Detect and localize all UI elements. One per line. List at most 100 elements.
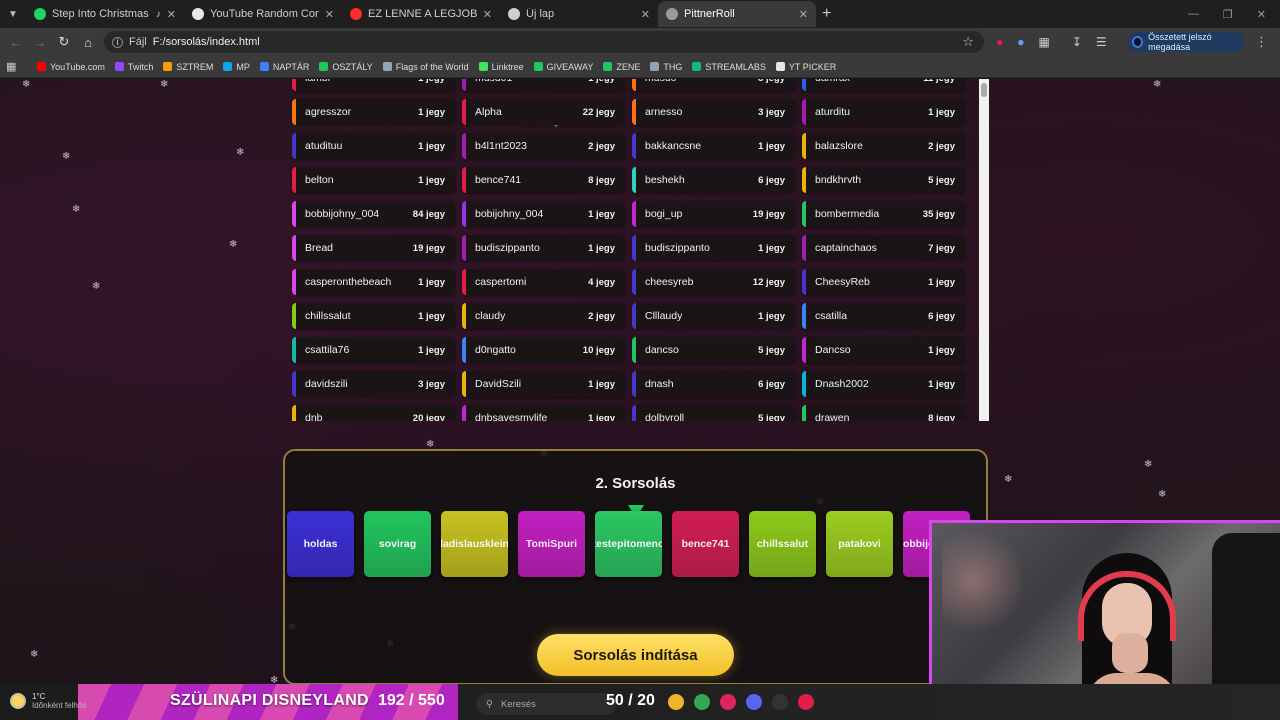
extensions-puzzle-icon[interactable]: ▦ — [1039, 35, 1050, 49]
site-info-icon[interactable]: i — [112, 36, 123, 48]
participant-scrollbar[interactable] — [979, 79, 989, 421]
tab-close-icon[interactable]: ✕ — [167, 8, 176, 21]
tab-close-icon[interactable]: ✕ — [483, 8, 492, 21]
reel-card: bence741 — [672, 511, 739, 577]
bookmark-item[interactable]: Twitch — [110, 62, 159, 72]
taskbar-obs-icon[interactable] — [772, 694, 788, 710]
weather-widget[interactable]: 1°C Időnként felhős — [10, 692, 86, 710]
bookmark-item[interactable]: Linktree — [474, 62, 529, 72]
taskbar-folder-icon[interactable] — [668, 694, 684, 710]
webcam-lights — [942, 533, 1022, 653]
download-icon[interactable]: ↧ — [1072, 35, 1082, 49]
participant-card: bobbijohny_004 84 jegy — [292, 201, 455, 227]
participant-tickets: 84 jegy — [412, 208, 445, 220]
participant-name: Dancso — [815, 344, 851, 356]
participant-card: csattila76 1 jegy — [292, 337, 455, 363]
participant-name: bakkancsne — [645, 140, 702, 152]
restore-icon[interactable]: ❐ — [1223, 8, 1233, 21]
browser-tab[interactable]: Step Into Christmas - Rema ♪ ✕ — [26, 1, 184, 27]
back-icon[interactable]: ← — [4, 35, 28, 50]
snowflake-icon: ❄ — [229, 239, 238, 250]
bookmark-item[interactable]: MP — [218, 62, 255, 72]
participant-card: Bread 19 jegy — [292, 235, 455, 261]
home-icon[interactable]: ⌂ — [76, 35, 100, 50]
forward-icon[interactable]: → — [28, 35, 52, 50]
browser-menu-icon[interactable]: ⋮ — [1255, 34, 1268, 50]
bookmark-star-icon[interactable]: ☆ — [962, 34, 974, 50]
participant-scrollbar-thumb[interactable] — [981, 83, 987, 97]
participant-tickets: 1 jegy — [588, 208, 615, 220]
participant-tickets: 20 jegy — [412, 412, 445, 422]
taskbar-chrome-icon[interactable] — [694, 694, 710, 710]
bookmark-item[interactable]: YouTube.com — [32, 62, 110, 72]
extension-red-icon[interactable]: ● — [996, 35, 1003, 49]
bookmark-label: SZTREM — [176, 61, 214, 72]
participant-list: lambi 1 jegy mdsd01 1 jegy mdsdo 3 jegy damrax… — [287, 79, 989, 421]
participant-tickets: 1 jegy — [418, 310, 445, 322]
participant-name: lambi — [305, 79, 330, 84]
bookmark-item[interactable]: STREAMLABS — [687, 62, 771, 72]
bookmark-favicon-icon — [114, 62, 124, 71]
participant-tickets: 5 jegy — [758, 344, 785, 356]
participant-card: beshekh 6 jegy — [632, 167, 795, 193]
close-window-icon[interactable]: ✕ — [1257, 8, 1266, 21]
tab-favicon-icon — [34, 8, 46, 20]
tab-close-icon[interactable]: ✕ — [799, 8, 808, 21]
participant-card: cheesyreb 12 jegy — [632, 269, 795, 295]
address-bar[interactable]: i Fájl F:/sorsolás/index.html ☆ — [104, 31, 984, 53]
browser-tab[interactable]: YouTube Random Comment Pi ✕ — [184, 1, 342, 27]
minimize-icon[interactable]: — — [1188, 8, 1199, 20]
participant-tickets: 1 jegy — [588, 79, 615, 84]
bookmark-favicon-icon — [533, 62, 543, 71]
start-draw-button[interactable]: Sorsolás indítása — [537, 634, 734, 676]
taskbar-opera-icon[interactable] — [720, 694, 736, 710]
tab-close-icon[interactable]: ✕ — [641, 8, 650, 21]
participant-tickets: 2 jegy — [588, 310, 615, 322]
bookmark-item[interactable]: OSZTÁLY — [314, 62, 377, 72]
bookmark-label: Flags of the World — [395, 61, 469, 72]
bookmark-item[interactable]: GIVEAWAY — [529, 62, 599, 72]
participant-card: Dnash2002 1 jegy — [802, 371, 965, 397]
participant-tickets: 1 jegy — [928, 344, 955, 356]
participant-card: aturditu 1 jegy — [802, 99, 965, 125]
reel-card: TomiSpuri — [518, 511, 585, 577]
participant-tickets: 10 jegy — [582, 344, 615, 356]
participant-card: mdsdo 3 jegy — [632, 79, 795, 91]
snowflake-icon: ❄ — [1144, 459, 1153, 470]
participant-name: DavidSzili — [475, 378, 522, 390]
address-url[interactable]: F:/sorsolás/index.html — [153, 36, 260, 48]
browser-tab[interactable]: EZ LENNE A LEGJOBB KARÁCS ✕ — [342, 1, 500, 27]
reload-icon[interactable]: ↻ — [52, 34, 76, 50]
snowflake-icon: ❄ — [92, 281, 101, 292]
bookmarks-bar: ▦ YouTube.com Twitch SZTREM MP NAPTÁR OSZTÁLY… — [0, 56, 1280, 78]
bookmark-item[interactable]: YT PICKER — [771, 62, 841, 72]
tab-close-icon[interactable]: ✕ — [325, 8, 334, 21]
taskbar-search[interactable]: ⚲ Keresés — [476, 693, 616, 715]
weather-cloud-sun-icon — [10, 693, 26, 709]
extension-blue-icon[interactable]: ● — [1017, 35, 1024, 49]
participant-card: Alpha 22 jegy — [462, 99, 625, 125]
taskbar-app-icon[interactable] — [798, 694, 814, 710]
participant-card: drawen 8 jegy — [802, 405, 965, 421]
taskbar-discord-icon[interactable] — [746, 694, 762, 710]
reel-card: ladislausklein — [441, 511, 508, 577]
bookmark-favicon-icon — [603, 62, 613, 71]
bookmark-item[interactable]: NAPTÁR — [255, 62, 315, 72]
browser-tab[interactable]: PittnerRoll ✕ — [658, 1, 816, 27]
password-suggest-button[interactable]: Összetett jelszó megadása — [1128, 32, 1244, 52]
bookmark-item[interactable]: ZENE — [598, 62, 645, 72]
participant-name: casperonthebeach — [305, 276, 392, 288]
bookmark-item[interactable]: THG — [645, 62, 687, 72]
apps-grid-icon[interactable]: ▦ — [6, 60, 32, 73]
bookmark-label: YT PICKER — [788, 61, 837, 72]
tab-sound-icon[interactable]: ♪ — [156, 9, 161, 20]
tab-search-icon[interactable]: ▼ — [0, 0, 26, 28]
bookmark-item[interactable]: Flags of the World — [378, 62, 474, 72]
bookmark-item[interactable]: SZTREM — [158, 62, 218, 72]
participant-name: damrax — [815, 79, 850, 84]
bookmark-favicon-icon — [692, 62, 702, 71]
new-tab-button[interactable]: + — [822, 5, 831, 23]
participant-card: caspertomi 4 jegy — [462, 269, 625, 295]
media-control-icon[interactable]: ☰ — [1096, 35, 1107, 49]
browser-tab[interactable]: Új lap ✕ — [500, 1, 658, 27]
